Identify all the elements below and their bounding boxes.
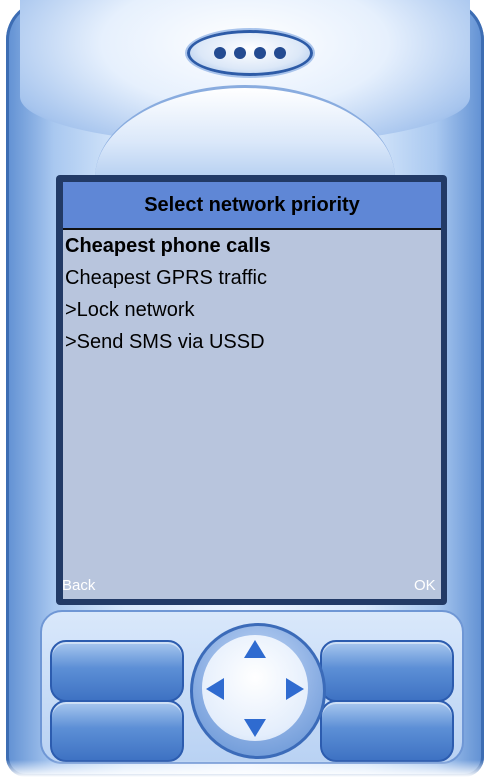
arrow-up-icon[interactable] [244, 640, 266, 658]
right-end-button[interactable] [320, 700, 454, 762]
speaker-grille-icon [187, 30, 313, 76]
speaker-dot [214, 47, 226, 59]
left-call-button[interactable] [50, 700, 184, 762]
speaker-dot [254, 47, 266, 59]
menu-item-send-sms-via-ussd[interactable]: >Send SMS via USSD [65, 326, 437, 358]
left-soft-button[interactable] [50, 640, 184, 702]
softkey-ok[interactable]: OK [414, 574, 436, 598]
right-soft-button[interactable] [320, 640, 454, 702]
bottom-fade [0, 760, 492, 777]
speaker-dots [190, 33, 310, 73]
arrow-down-icon[interactable] [244, 719, 266, 737]
phone-emulator: Select network priority Cheapest phone c… [0, 0, 492, 777]
screen-title: Select network priority [63, 182, 441, 230]
menu-item-lock-network[interactable]: >Lock network [65, 294, 437, 326]
menu-item-cheapest-phone-calls[interactable]: Cheapest phone calls [65, 230, 437, 262]
arrow-left-icon[interactable] [206, 678, 224, 700]
softkey-back[interactable]: Back [62, 574, 95, 598]
speaker-dot [234, 47, 246, 59]
menu-list: Cheapest phone calls Cheapest GPRS traff… [65, 230, 437, 358]
arrow-right-icon[interactable] [286, 678, 304, 700]
speaker-dot [274, 47, 286, 59]
menu-item-cheapest-gprs-traffic[interactable]: Cheapest GPRS traffic [65, 262, 437, 294]
